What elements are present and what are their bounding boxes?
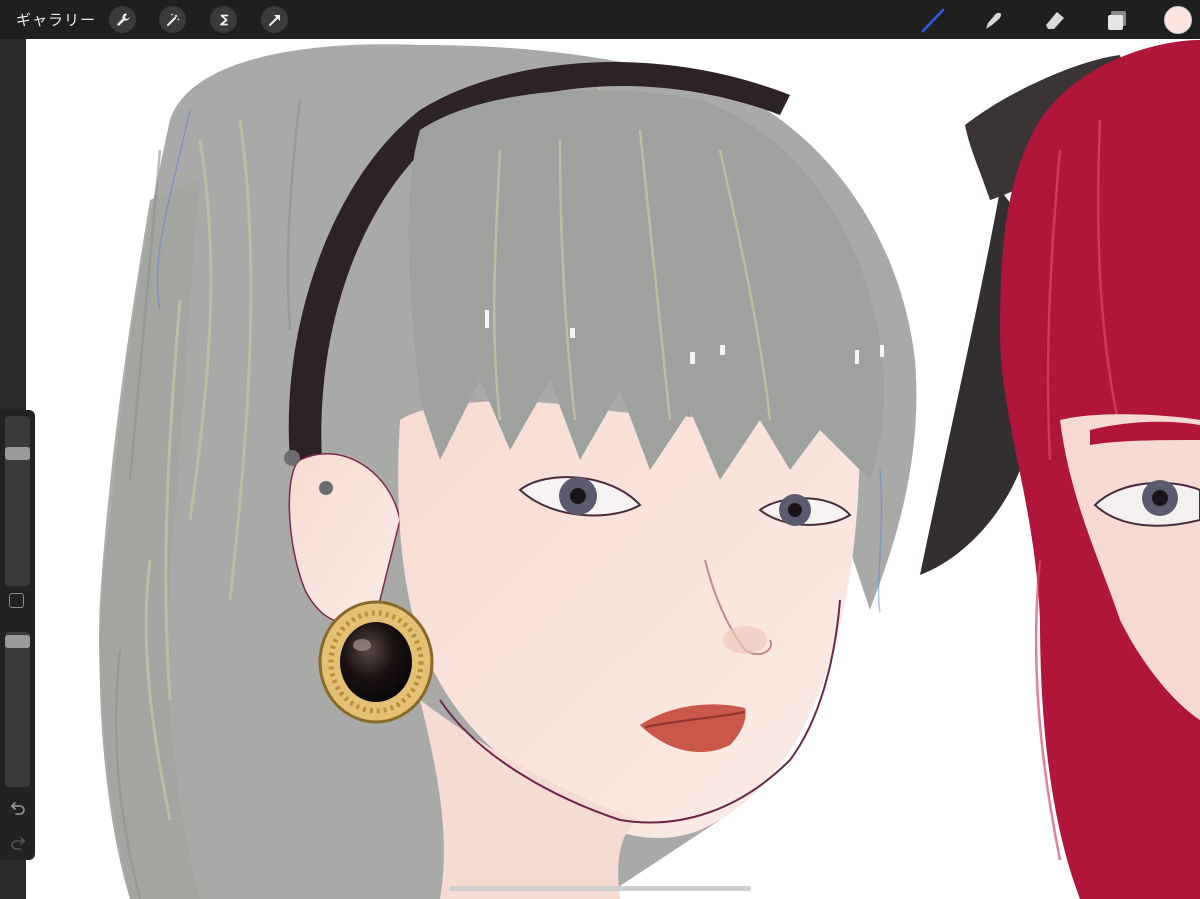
layers-button[interactable] <box>1103 6 1131 34</box>
drawing-canvas[interactable] <box>26 39 1200 899</box>
left-sidebar <box>0 410 35 860</box>
home-indicator[interactable] <box>449 886 751 891</box>
redo-icon <box>10 837 25 850</box>
smudge-finger-icon <box>986 12 1002 30</box>
redo-button[interactable] <box>0 833 35 853</box>
transform-button[interactable] <box>261 6 288 33</box>
selection-s-icon <box>219 14 228 25</box>
artwork-illustration <box>99 40 1200 899</box>
smudge-button[interactable] <box>979 6 1007 34</box>
brush-size-slider[interactable] <box>5 416 30 586</box>
transform-arrow-icon <box>268 14 280 26</box>
magic-wand-icon <box>166 13 179 26</box>
modify-button[interactable] <box>9 593 24 608</box>
opacity-slider[interactable] <box>5 632 30 787</box>
top-toolbar: ギャラリー <box>0 0 1200 39</box>
brush-button[interactable] <box>919 6 947 34</box>
undo-icon <box>10 802 25 815</box>
wrench-icon <box>116 13 129 26</box>
selection-button[interactable] <box>210 6 237 33</box>
earring <box>318 600 434 724</box>
layers-icon <box>1108 11 1126 30</box>
color-swatch[interactable] <box>1164 6 1192 34</box>
brush-size-thumb[interactable] <box>5 447 30 461</box>
brush-icon <box>921 8 945 33</box>
eraser-button[interactable] <box>1041 6 1069 34</box>
adjustments-button[interactable] <box>159 6 186 33</box>
actions-button[interactable] <box>109 6 136 33</box>
gallery-button[interactable]: ギャラリー <box>16 9 96 30</box>
undo-button[interactable] <box>0 798 35 818</box>
opacity-thumb[interactable] <box>5 634 30 648</box>
eraser-icon <box>1046 12 1064 29</box>
